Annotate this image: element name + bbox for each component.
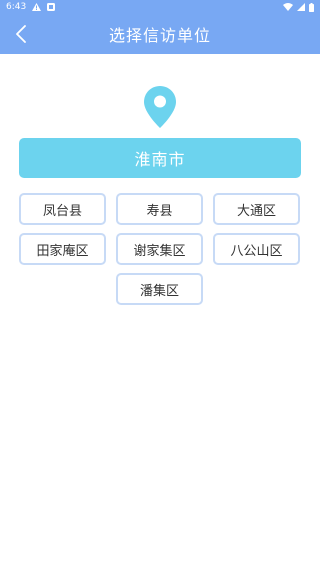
status-bar: 6:43 xyxy=(0,0,320,14)
wifi-icon xyxy=(283,3,293,11)
app-header: 选择信访单位 xyxy=(0,14,320,54)
signal-icon xyxy=(297,3,305,11)
notification-icon xyxy=(47,3,56,11)
city-name: 淮南市 xyxy=(134,150,186,169)
battery-icon xyxy=(309,2,314,12)
district-button-tianjiaan[interactable]: 田家庵区 xyxy=(19,233,106,265)
location-pin-icon xyxy=(144,86,176,128)
status-time: 6:43 xyxy=(6,2,27,12)
back-arrow-icon xyxy=(16,25,26,43)
warning-icon xyxy=(32,3,42,11)
district-button-panji[interactable]: 潘集区 xyxy=(116,273,203,305)
back-button[interactable] xyxy=(8,22,34,46)
district-button-datong[interactable]: 大通区 xyxy=(213,193,300,225)
city-banner: 淮南市 xyxy=(19,138,301,178)
district-button-xiejiaji[interactable]: 谢家集区 xyxy=(116,233,203,265)
district-button-shouxian[interactable]: 寿县 xyxy=(116,193,203,225)
district-button-fengtai[interactable]: 凤台县 xyxy=(19,193,106,225)
district-button-bagongshan[interactable]: 八公山区 xyxy=(213,233,300,265)
page-title: 选择信访单位 xyxy=(108,26,211,45)
